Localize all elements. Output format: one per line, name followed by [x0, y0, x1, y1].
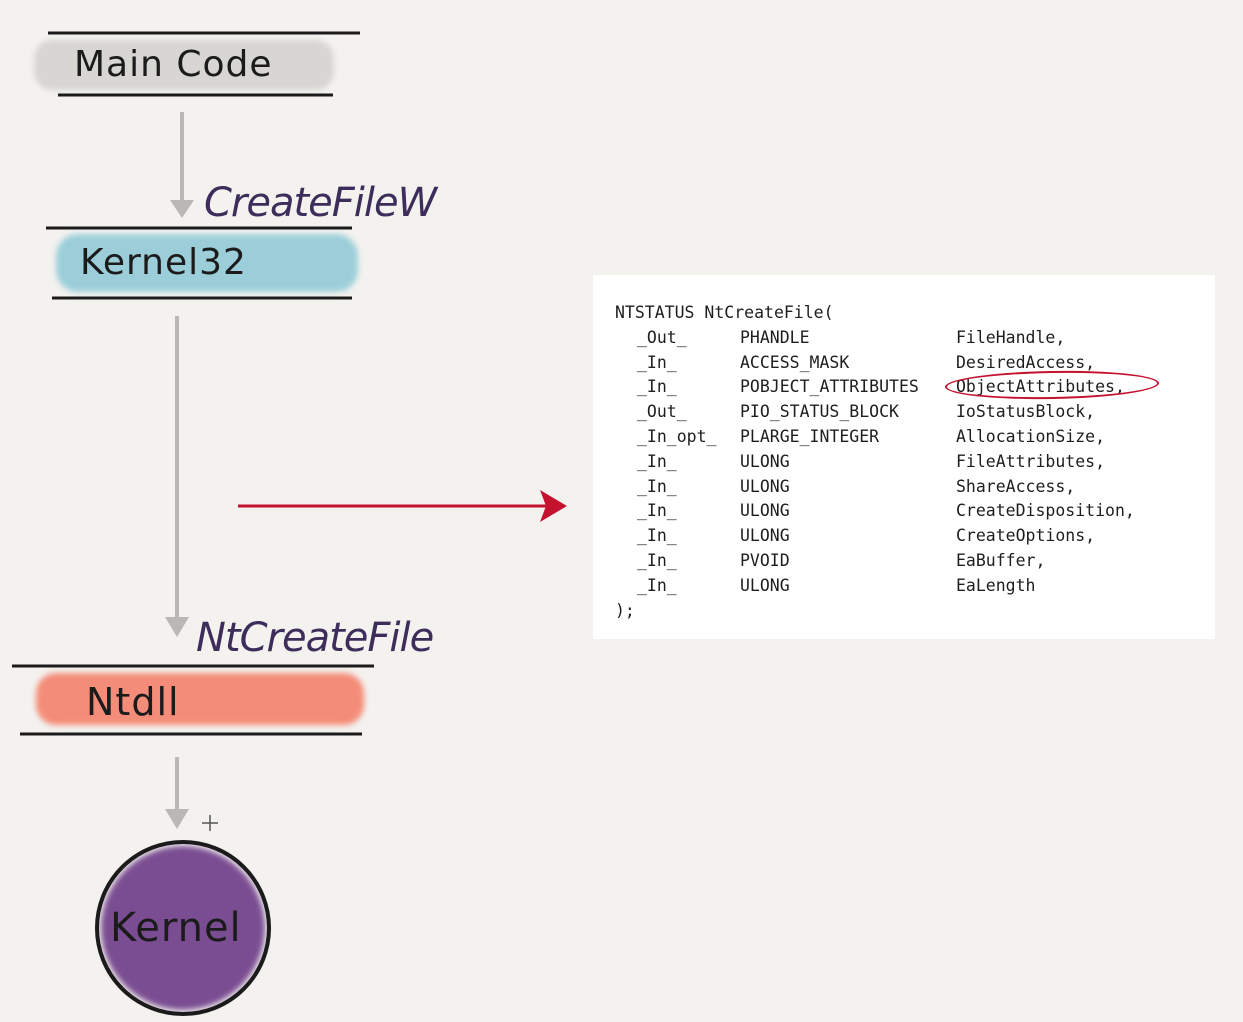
- code-param-line: _In_ ACCESS_MASK DesiredAccess,: [615, 351, 1215, 376]
- param-annotation: _In_: [637, 451, 677, 471]
- param-name: AllocationSize,: [956, 426, 1106, 446]
- ntdll-layer: [12, 664, 374, 736]
- code-param-line: _In_ ULONG CreateOptions,: [615, 524, 1215, 549]
- flow-arrow-ntdll-to-kernel: [165, 757, 189, 829]
- code-parameter-list: _Out_ PHANDLE FileHandle, _In_ ACCESS_MASK De…: [615, 326, 1215, 599]
- param-annotation: _Out_: [637, 402, 687, 422]
- param-type: POBJECT_ATTRIBUTES: [740, 377, 919, 397]
- param-annotation: _In_: [637, 377, 677, 397]
- flow-arrow-main-to-kernel32: [170, 112, 194, 218]
- param-name: FileHandle,: [956, 327, 1066, 347]
- param-annotation: _In_: [637, 352, 677, 372]
- param-annotation: _In_opt_: [637, 426, 717, 446]
- code-signature-line: NTSTATUS NtCreateFile(: [615, 301, 1215, 326]
- code-param-line: _In_ ULONG FileAttributes,: [615, 450, 1215, 475]
- param-type: PVOID: [740, 550, 790, 570]
- code-param-line: _In_ ULONG EaLength: [615, 574, 1215, 599]
- param-type: PLARGE_INTEGER: [740, 426, 880, 446]
- param-annotation: _Out_: [637, 327, 687, 347]
- ntdll-label: Ntdll: [86, 680, 180, 724]
- param-annotation: _In_: [637, 501, 677, 521]
- param-name: EaBuffer,: [956, 550, 1046, 570]
- code-param-line: _In_ PVOID EaBuffer,: [615, 549, 1215, 574]
- ntcreatefile-signature-card: NTSTATUS NtCreateFile( _Out_ PHANDLE FileH…: [593, 275, 1215, 639]
- param-name: EaLength: [956, 575, 1036, 595]
- param-type: PIO_STATUS_BLOCK: [740, 402, 899, 422]
- param-annotation: _In_: [637, 575, 677, 595]
- param-type: ULONG: [740, 476, 790, 496]
- cursor-crosshair: [202, 815, 218, 831]
- param-name: IoStatusBlock,: [956, 402, 1096, 422]
- param-type: ULONG: [740, 451, 790, 471]
- code-param-line: _In_ ULONG ShareAccess,: [615, 475, 1215, 500]
- param-name: CreateDisposition,: [956, 501, 1135, 521]
- flow-arrow-kernel32-to-ntdll: [165, 316, 189, 637]
- code-param-line: _Out_ PHANDLE FileHandle,: [615, 326, 1215, 351]
- code-closing-line: );: [615, 599, 1215, 624]
- param-type: ULONG: [740, 501, 790, 521]
- param-name: FileAttributes,: [956, 451, 1106, 471]
- param-name: CreateOptions,: [956, 526, 1096, 546]
- main-code-label: Main Code: [74, 44, 273, 85]
- kernel-label: Kernel: [110, 905, 242, 951]
- code-signature: NTSTATUS NtCreateFile(: [615, 303, 834, 322]
- param-annotation: _In_: [637, 550, 677, 570]
- param-type: ACCESS_MASK: [740, 352, 850, 372]
- code-param-line: _In_opt_ PLARGE_INTEGER AllocationSize,: [615, 425, 1215, 450]
- param-annotation: _In_: [637, 476, 677, 496]
- code-param-line: _In_ ULONG CreateDisposition,: [615, 499, 1215, 524]
- kernel32-label: Kernel32: [80, 242, 247, 283]
- code-param-line: _Out_ PIO_STATUS_BLOCK IoStatusBlock,: [615, 400, 1215, 425]
- param-type: PHANDLE: [740, 327, 810, 347]
- createfilew-call-label: CreateFileW: [204, 180, 437, 226]
- param-annotation: _In_: [637, 526, 677, 546]
- code-closing: );: [615, 600, 635, 620]
- param-name: ShareAccess,: [956, 476, 1076, 496]
- ntcreatefile-call-label: NtCreateFile: [196, 615, 434, 661]
- param-type: ULONG: [740, 575, 790, 595]
- pointer-arrow-to-code: [238, 490, 567, 522]
- param-type: ULONG: [740, 526, 790, 546]
